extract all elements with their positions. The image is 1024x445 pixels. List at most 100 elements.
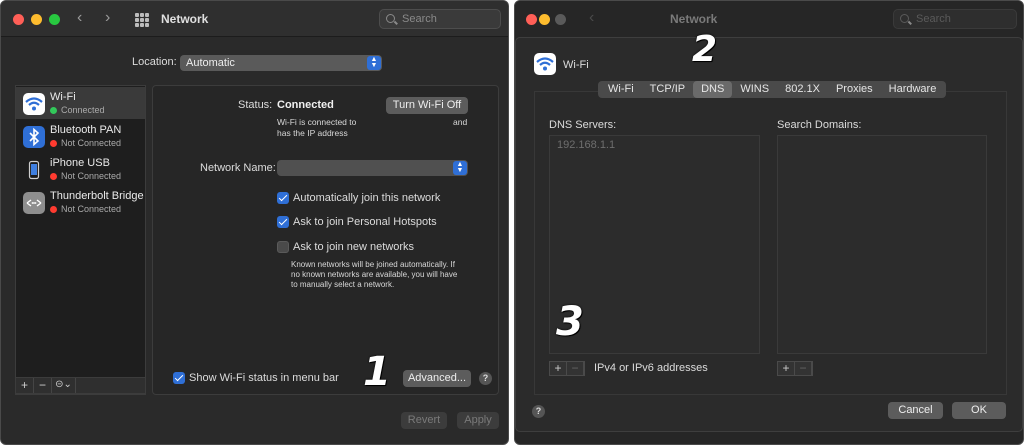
show-wifi-status-checkbox[interactable] — [173, 372, 185, 384]
service-name: Bluetooth PAN — [50, 124, 122, 136]
status-dot-icon — [50, 206, 57, 213]
bluetooth-icon — [23, 126, 45, 148]
minimize-button[interactable] — [31, 14, 42, 25]
minimize-button[interactable] — [539, 14, 550, 25]
known-networks-note-3: to manually select a network. — [291, 280, 395, 289]
search-placeholder: Search — [916, 13, 951, 25]
wifi-icon — [23, 93, 45, 115]
auto-join-label: Automatically join this network — [293, 192, 441, 204]
network-advanced-window: ‹ Network Search Wi-Fi Wi-Fi TCP/IP DNS … — [514, 0, 1024, 445]
title-bar: ‹ Network Search — [515, 1, 1023, 37]
network-preferences-window: ‹ › Network Search Location: Automatic ▲… — [0, 0, 509, 445]
ok-button[interactable]: OK — [952, 402, 1006, 419]
search-domains-plus-minus: + − — [777, 361, 813, 376]
ask-new-networks-label: Ask to join new networks — [293, 241, 415, 253]
wifi-icon — [534, 53, 556, 75]
service-status: Connected — [50, 105, 105, 115]
status-description-line1: Wi-Fi is connected to — [277, 117, 357, 127]
ask-new-networks-checkbox[interactable] — [277, 241, 289, 253]
status-description-and: and — [453, 117, 468, 127]
iphone-icon — [23, 159, 45, 181]
remove-search-domain-button[interactable]: − — [795, 362, 812, 375]
network-name-popup[interactable]: ▲ ▼ — [277, 160, 468, 176]
show-wifi-status-label: Show Wi-Fi status in menu bar — [189, 372, 339, 384]
help-button[interactable]: ? — [479, 372, 492, 385]
service-status-text: Connected — [61, 105, 105, 115]
close-button[interactable] — [526, 14, 537, 25]
annotation-number-2: 2 — [692, 29, 718, 70]
chevron-updown-icon: ▲ ▼ — [367, 56, 381, 70]
personal-hotspots-checkbox[interactable] — [277, 216, 289, 228]
service-item-wifi[interactable]: Wi-Fi Connected — [16, 87, 145, 119]
forward-icon[interactable]: › — [105, 10, 110, 26]
remove-dns-server-button[interactable]: − — [567, 362, 584, 375]
location-label: Location: — [132, 56, 177, 68]
tab-hardware[interactable]: Hardware — [881, 81, 945, 98]
search-field[interactable]: Search — [893, 9, 1017, 29]
search-icon — [386, 14, 395, 23]
help-button[interactable]: ? — [532, 405, 545, 418]
remove-service-button[interactable]: − — [34, 378, 52, 393]
service-name: Thunderbolt Bridge — [50, 190, 144, 202]
location-value: Automatic — [186, 57, 235, 69]
tab-wifi[interactable]: Wi-Fi — [600, 81, 642, 98]
show-all-grid-icon[interactable] — [135, 13, 149, 27]
dns-servers-plus-minus: + − — [549, 361, 585, 376]
known-networks-note-2: no known networks are available, you wil… — [291, 270, 458, 279]
title-bar: ‹ › Network Search — [1, 1, 508, 37]
tab-proxies[interactable]: Proxies — [828, 81, 881, 98]
zoom-button[interactable] — [49, 14, 60, 25]
status-dot-icon — [50, 107, 57, 114]
network-name-label: Network Name: — [200, 162, 276, 174]
search-field[interactable]: Search — [379, 9, 501, 29]
service-status-text: Not Connected — [61, 204, 122, 214]
tab-tcpip[interactable]: TCP/IP — [642, 81, 693, 98]
thunderbolt-bridge-icon — [23, 192, 45, 214]
add-dns-server-button[interactable]: + — [550, 362, 567, 375]
cancel-button[interactable]: Cancel — [888, 402, 943, 419]
service-item-bluetooth-pan[interactable]: Bluetooth PAN Not Connected — [16, 120, 145, 152]
window-title: Network — [161, 12, 209, 26]
advanced-sheet: Wi-Fi Wi-Fi TCP/IP DNS WINS 802.1X Proxi… — [515, 30, 1023, 432]
add-search-domain-button[interactable]: + — [778, 362, 795, 375]
status-value: Connected — [277, 99, 334, 111]
advanced-tabs: Wi-Fi TCP/IP DNS WINS 802.1X Proxies Har… — [598, 81, 947, 98]
service-list: Wi-Fi Connected Bluetooth PAN Not Connec… — [15, 85, 146, 395]
dns-server-entry[interactable]: 192.168.1.1 — [557, 139, 615, 151]
chevron-updown-icon: ▲ ▼ — [453, 161, 467, 175]
back-icon[interactable]: ‹ — [589, 10, 594, 26]
service-list-toolbar: + − ⊝⌄ — [15, 377, 146, 394]
back-icon[interactable]: ‹ — [77, 10, 82, 26]
revert-button[interactable]: Revert — [401, 412, 447, 429]
dns-servers-label: DNS Servers: — [549, 119, 617, 131]
service-status: Not Connected — [50, 204, 121, 214]
zoom-button[interactable] — [555, 14, 566, 25]
tab-8021x[interactable]: 802.1X — [777, 81, 828, 98]
search-domains-list[interactable] — [777, 135, 987, 354]
advanced-button[interactable]: Advanced... — [403, 370, 471, 387]
service-actions-button[interactable]: ⊝⌄ — [52, 378, 76, 393]
service-status-text: Not Connected — [61, 171, 122, 181]
turn-wifi-off-button[interactable]: Turn Wi-Fi Off — [386, 97, 468, 114]
service-name: Wi-Fi — [563, 59, 589, 71]
service-status: Not Connected — [50, 138, 121, 148]
tab-wins[interactable]: WINS — [732, 81, 777, 98]
annotation-number-1: 1 — [363, 349, 391, 395]
auto-join-checkbox[interactable] — [277, 192, 289, 204]
wifi-settings-pane: Status: Connected Turn Wi-Fi Off Wi-Fi i… — [152, 85, 499, 395]
service-status-text: Not Connected — [61, 138, 122, 148]
apply-button[interactable]: Apply — [457, 412, 499, 429]
status-dot-icon — [50, 140, 57, 147]
window-title: Network — [670, 12, 718, 26]
service-name: Wi-Fi — [50, 91, 76, 103]
annotation-number-3: 3 — [556, 299, 584, 345]
status-description-line2: has the IP address — [277, 128, 348, 138]
search-icon — [900, 14, 909, 23]
service-item-iphone-usb[interactable]: iPhone USB Not Connected — [16, 153, 145, 185]
service-item-thunderbolt-bridge[interactable]: Thunderbolt Bridge Not Connected — [16, 186, 145, 218]
add-service-button[interactable]: + — [16, 378, 34, 393]
tab-dns[interactable]: DNS — [693, 81, 733, 98]
close-button[interactable] — [13, 14, 24, 25]
location-popup[interactable]: Automatic ▲ ▼ — [180, 55, 382, 71]
search-domains-label: Search Domains: — [777, 119, 862, 131]
